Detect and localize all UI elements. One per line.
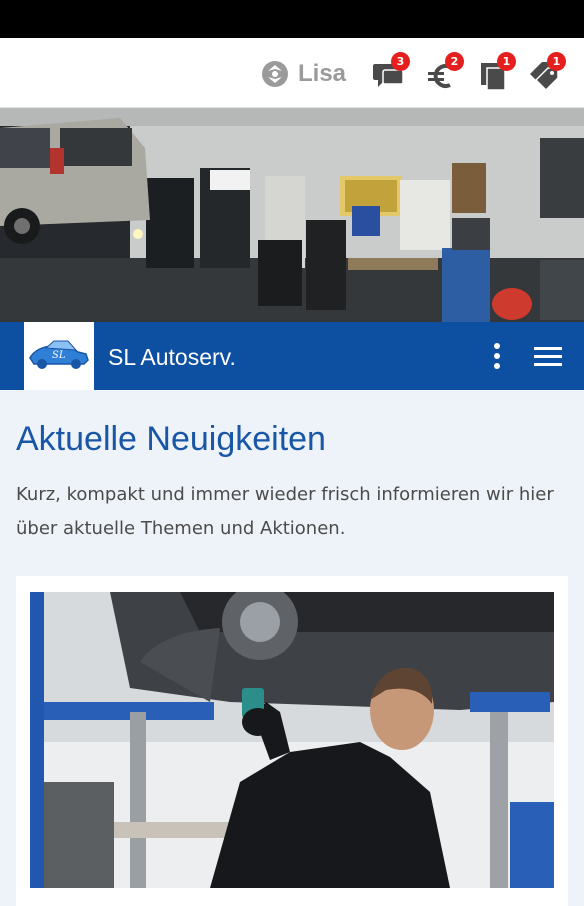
user-name: Lisa: [298, 60, 347, 87]
chat-badge: 3: [391, 52, 410, 71]
tag-badge: 1: [547, 52, 566, 71]
top-bar: Lisa 3 2 1 1: [0, 38, 584, 108]
euro-button[interactable]: 2: [424, 52, 464, 94]
status-bar: [0, 0, 584, 38]
logo-text: SL: [52, 350, 66, 361]
news-card-image[interactable]: [30, 592, 554, 888]
page-title: Aktuelle Neuigkeiten: [16, 420, 326, 458]
brand-name[interactable]: SL Autoserv.: [108, 344, 236, 371]
euro-badge: 2: [445, 52, 464, 71]
news-card[interactable]: [16, 576, 568, 906]
user-menu[interactable]: Lisa: [260, 59, 346, 89]
menu-button[interactable]: [532, 342, 564, 370]
brand-logo[interactable]: SL: [24, 322, 94, 390]
hero-image: [0, 108, 584, 322]
hamburger-icon: [534, 347, 562, 366]
main-content: Aktuelle Neuigkeiten Kurz, kompakt und i…: [0, 390, 584, 906]
intro-text: Kurz, kompakt und immer wieder frisch in…: [16, 484, 554, 539]
tag-button[interactable]: 1: [526, 52, 566, 94]
app-header: SL SL Autoserv.: [0, 322, 584, 390]
car-logo-icon: SL: [29, 340, 89, 369]
chat-button[interactable]: 3: [370, 52, 410, 94]
documents-button[interactable]: 1: [476, 52, 516, 94]
documents-badge: 1: [497, 52, 516, 71]
more-options-button[interactable]: [486, 340, 508, 372]
kebab-menu-icon: [494, 343, 500, 369]
user-logo-icon: [262, 61, 288, 87]
